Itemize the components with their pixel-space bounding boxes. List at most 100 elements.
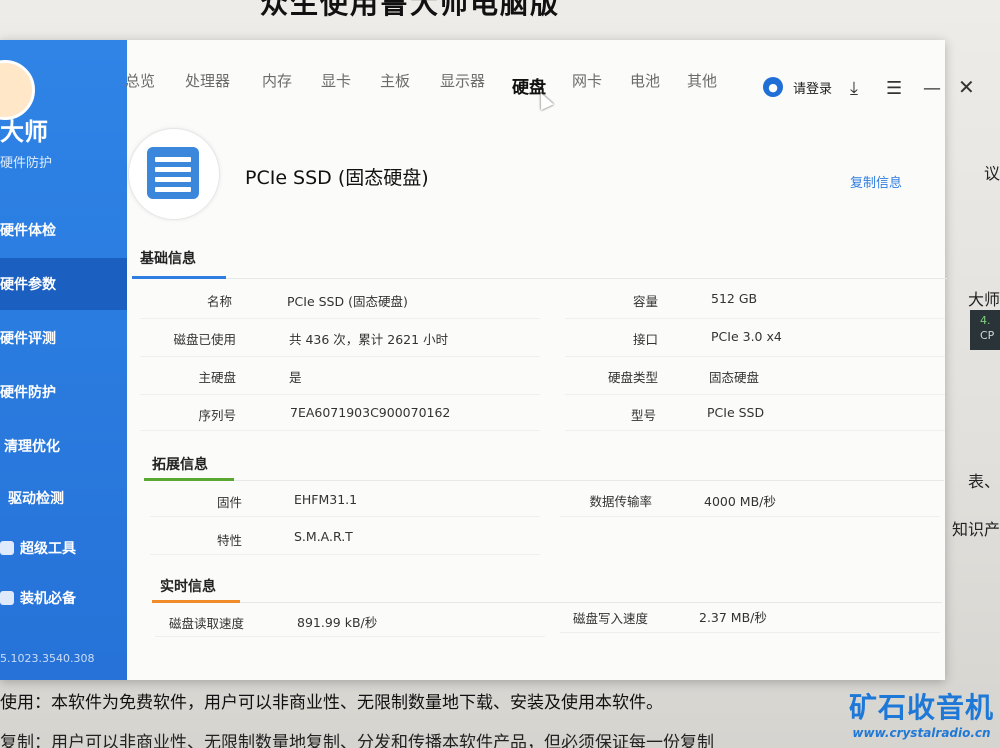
app-logo-text: 大师 <box>0 118 48 146</box>
section-title-extended: 拓展信息 <box>152 457 208 473</box>
row-divider <box>150 516 540 517</box>
essentials-icon <box>0 591 14 605</box>
row-divider <box>150 554 540 555</box>
row-divider <box>565 430 945 431</box>
row-divider <box>140 394 540 395</box>
row-divider <box>560 632 940 633</box>
sidebar-item-label: 驱动检测 <box>8 491 64 507</box>
device-icon-wrapper <box>128 128 220 220</box>
login-label: 请登录 <box>793 81 833 97</box>
row-divider <box>565 318 945 319</box>
field-value: EHFM31.1 <box>294 492 358 507</box>
field-label: 型号 <box>630 408 656 423</box>
field-value: 891.99 kB/秒 <box>297 615 378 630</box>
sidebar-item-hardware-check[interactable]: 硬件体检 <box>0 204 127 256</box>
field-value: 是 <box>289 370 302 385</box>
field-label: 磁盘已使用 <box>173 332 236 347</box>
background-paragraph: 复制：用户可以非商业性、无限制数量地复制、分发和传播本软件产品，但必须保证每一份… <box>0 733 714 748</box>
sidebar-item-driver-check[interactable]: 驱动检测 <box>0 472 127 524</box>
sidebar-item-super-tools[interactable]: 超级工具 <box>0 522 127 574</box>
field-label: 接口 <box>632 332 658 347</box>
sidebar-item-label: 硬件参数 <box>0 277 56 293</box>
watermark-logo: 矿石收音机 www.crystalradio.cn <box>849 686 994 740</box>
row-divider <box>560 516 940 517</box>
row-divider <box>140 318 540 319</box>
field-label: 硬盘类型 <box>607 370 658 385</box>
field-value: 固态硬盘 <box>709 370 760 385</box>
field-label: 磁盘读取速度 <box>168 616 244 631</box>
background-side-text: 大师 <box>967 290 1000 309</box>
field-value: 4000 MB/秒 <box>704 494 776 509</box>
sidebar-item-label: 硬件评测 <box>0 331 56 347</box>
section-underline <box>144 478 234 481</box>
tab-motherboard[interactable]: 主板 <box>380 70 410 91</box>
sidebar-item-cleanup[interactable]: 清理优化 <box>0 420 127 472</box>
sidebar-item-label: 装机必备 <box>20 591 76 607</box>
field-value: PCIe SSD <box>707 405 765 420</box>
watermark-url: www.crystalradio.cn <box>852 726 991 740</box>
user-icon: ● <box>763 77 783 97</box>
sidebar-item-label: 超级工具 <box>20 541 76 557</box>
background-badge-text: 4. <box>980 314 991 327</box>
minimize-icon[interactable]: — <box>923 78 941 99</box>
row-divider <box>140 430 540 431</box>
sidebar-item-hardware-params[interactable]: 硬件参数 <box>0 258 127 310</box>
tab-battery[interactable]: 电池 <box>630 70 660 91</box>
close-icon[interactable]: ✕ <box>958 75 975 99</box>
tab-other[interactable]: 其他 <box>687 70 717 91</box>
menu-icon[interactable]: ☰ <box>886 78 902 99</box>
sidebar: 大师 硬件防护 硬件体检 硬件参数 硬件评测 硬件防护 清理优化 驱动检测 超级… <box>0 40 127 680</box>
section-underline <box>152 600 240 603</box>
tools-icon <box>0 541 14 555</box>
section-divider <box>152 602 942 603</box>
background-badge: 4. CP <box>970 310 1000 350</box>
field-label: 特性 <box>216 533 242 548</box>
background-title: 众生使用鲁大师电脑版 <box>260 0 561 20</box>
sidebar-item-label: 清理优化 <box>4 439 60 455</box>
field-value: 7EA6071903C900070162 <box>290 405 451 420</box>
row-divider <box>565 356 945 357</box>
tab-network[interactable]: 网卡 <box>572 70 602 91</box>
field-label: 数据传输率 <box>589 494 652 509</box>
background-side-text: 表、 <box>967 472 1000 491</box>
section-divider <box>144 480 944 481</box>
tab-overview[interactable]: 总览 <box>125 70 155 91</box>
field-value: 512 GB <box>711 291 758 306</box>
field-label: 序列号 <box>198 408 236 423</box>
watermark-title: 矿石收音机 <box>848 691 994 724</box>
sidebar-item-label: 硬件防护 <box>0 385 56 401</box>
section-title-realtime: 实时信息 <box>160 579 216 595</box>
tab-monitor[interactable]: 显示器 <box>440 70 485 91</box>
field-label: 磁盘写入速度 <box>572 611 648 626</box>
tab-cpu[interactable]: 处理器 <box>185 70 230 91</box>
background-paragraph: 使用：本软件为免费软件，用户可以非商业性、无限制数量地下载、安装及使用本软件。 <box>0 693 663 713</box>
sidebar-item-essentials[interactable]: 装机必备 <box>0 572 127 624</box>
row-divider <box>155 636 545 637</box>
row-divider <box>140 356 540 357</box>
ssd-icon <box>147 147 199 199</box>
field-value: PCIe SSD (固态硬盘) <box>287 294 408 309</box>
field-value: PCIe 3.0 x4 <box>711 329 782 344</box>
field-value: 2.37 MB/秒 <box>699 610 767 625</box>
sidebar-item-hardware-protection[interactable]: 硬件防护 <box>0 366 127 418</box>
section-underline <box>132 276 226 279</box>
app-logo-subtitle: 硬件防护 <box>0 156 53 171</box>
version-label: 5.1023.3540.308 <box>0 652 95 665</box>
field-label: 固件 <box>216 495 242 510</box>
copy-info-button[interactable]: 复制信息 <box>850 172 902 191</box>
background-side-text: 知识产 <box>951 520 1000 539</box>
field-label: 容量 <box>632 294 658 309</box>
app-logo-icon <box>0 60 35 120</box>
field-value: S.M.A.R.T <box>294 529 353 544</box>
section-divider <box>132 278 947 279</box>
tab-memory[interactable]: 内存 <box>262 70 292 91</box>
app-window: 大师 硬件防护 硬件体检 硬件参数 硬件评测 硬件防护 清理优化 驱动检测 超级… <box>0 40 975 680</box>
section-title-basic: 基础信息 <box>140 251 196 267</box>
sidebar-item-label: 硬件体检 <box>0 223 56 239</box>
row-divider <box>565 394 945 395</box>
device-title: PCIe SSD (固态硬盘) <box>245 167 429 189</box>
sidebar-item-hardware-benchmark[interactable]: 硬件评测 <box>0 312 127 364</box>
tab-gpu[interactable]: 显卡 <box>321 70 351 91</box>
download-icon[interactable]: ⤓ <box>850 78 858 99</box>
login-button[interactable]: ● 请登录 <box>763 77 832 97</box>
